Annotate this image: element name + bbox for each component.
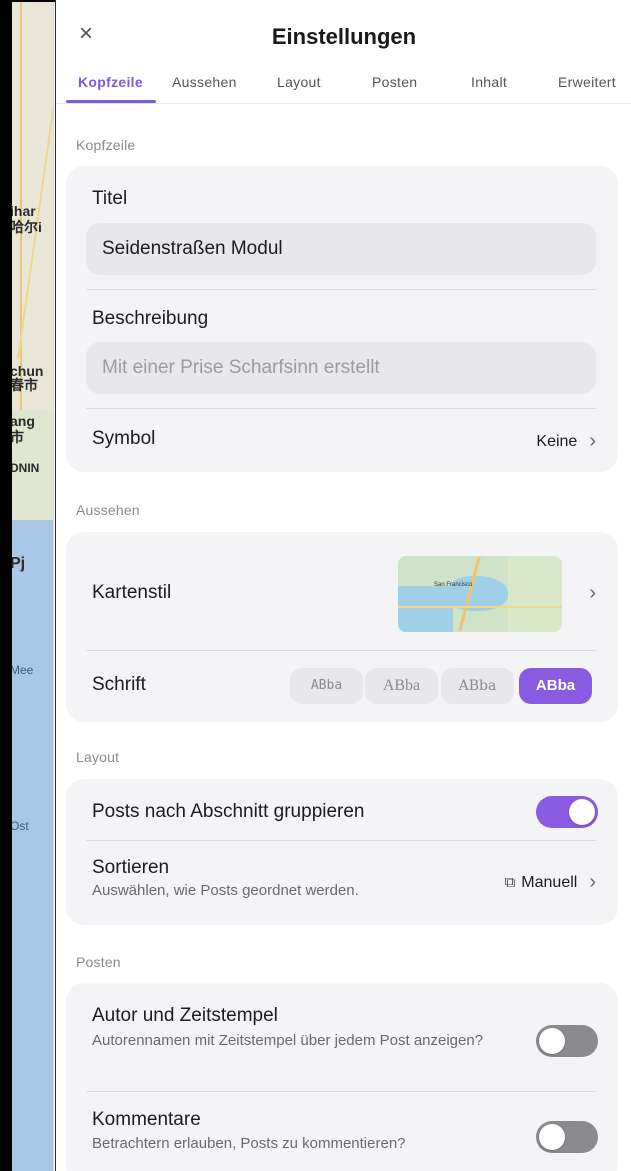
- symbol-value: Keine: [536, 433, 578, 450]
- comments-description: Betrachtern erlauben, Posts zu kommentie…: [92, 1135, 406, 1152]
- symbol-label: Symbol: [92, 428, 156, 449]
- section-label-kopfzeile: Kopfzeile: [76, 137, 136, 153]
- toggle-knob: [539, 1028, 565, 1054]
- map-thumb-label: San Francisco: [434, 582, 473, 588]
- section-label-aussehen: Aussehen: [76, 502, 140, 518]
- group-by-section-toggle[interactable]: [536, 796, 598, 828]
- chevron-right-icon: ›: [589, 871, 596, 893]
- layout-card: Posts nach Abschnitt gruppieren Sortiere…: [66, 779, 618, 925]
- active-tab-indicator: [66, 100, 156, 103]
- map-label: chun: [10, 363, 44, 379]
- tab-aussehen[interactable]: Aussehen: [172, 74, 237, 90]
- map-thumb-road: [398, 606, 562, 608]
- sort-selector[interactable]: ⧉ Manuell ›: [505, 871, 596, 894]
- posten-card: Autor und Zeitstempel Autorennamen mit Z…: [66, 983, 618, 1171]
- group-by-section-label: Posts nach Abschnitt gruppieren: [92, 801, 365, 822]
- map-thumb-land: [508, 556, 562, 632]
- symbol-selector[interactable]: Keine ›: [536, 430, 596, 453]
- map-label: ang: [10, 413, 35, 429]
- divider: [86, 289, 596, 290]
- map-label: Ost: [10, 819, 29, 833]
- aussehen-card: Kartenstil San Francisco › Schrift ABba …: [66, 532, 618, 722]
- settings-panel: × Einstellungen Kopfzeile Aussehen Layou…: [55, 0, 631, 1171]
- font-options: ABba ABba ABba ABba: [66, 638, 618, 722]
- map-label: DNIN: [10, 461, 40, 475]
- font-option-mono[interactable]: ABba: [290, 668, 363, 704]
- map-label: 哈尔i: [10, 219, 42, 235]
- map-label: Mee: [10, 663, 34, 677]
- font-option-sans-selected[interactable]: ABba: [519, 668, 592, 704]
- tab-layout[interactable]: Layout: [277, 74, 321, 90]
- chevron-right-icon: ›: [589, 430, 596, 452]
- section-label-layout: Layout: [76, 749, 120, 765]
- title-field-label: Titel: [92, 188, 128, 209]
- map-style-chevron-button[interactable]: ›: [577, 582, 596, 605]
- font-option-serif[interactable]: ABba: [365, 668, 438, 704]
- kopfzeile-card: Titel Seidenstraßen Modul Beschreibung M…: [66, 166, 618, 472]
- map-style-label: Kartenstil: [92, 582, 172, 603]
- divider: [86, 1091, 596, 1092]
- page-title: Einstellungen: [271, 24, 417, 49]
- toggle-knob: [569, 799, 595, 825]
- map-label: Pj: [10, 555, 26, 572]
- author-timestamp-label: Autor und Zeitstempel: [92, 1005, 278, 1026]
- tab-erweitert[interactable]: Erweitert: [558, 74, 616, 90]
- map-style-thumbnail[interactable]: San Francisco: [398, 556, 562, 632]
- divider: [86, 840, 596, 841]
- tab-kopfzeile[interactable]: Kopfzeile: [78, 74, 143, 90]
- comments-label: Kommentare: [92, 1109, 201, 1130]
- tab-inhalt[interactable]: Inhalt: [471, 74, 507, 90]
- section-label-posten: Posten: [76, 954, 121, 970]
- map-thumb-water: [398, 586, 453, 632]
- font-option-serif-alt[interactable]: ABba: [441, 668, 514, 704]
- settings-header: × Einstellungen: [56, 0, 631, 60]
- map-label: ihar: [10, 203, 36, 219]
- author-timestamp-description: Autorennamen mit Zeitstempel über jedem …: [92, 1032, 484, 1049]
- tab-posten[interactable]: Posten: [372, 74, 417, 90]
- comments-toggle[interactable]: [536, 1121, 598, 1153]
- description-field-label: Beschreibung: [92, 308, 209, 329]
- description-input[interactable]: Mit einer Prise Scharfsinn erstellt: [86, 342, 596, 394]
- sort-value: Manuell: [521, 874, 578, 891]
- sort-description: Auswählen, wie Posts geordnet werden.: [92, 882, 359, 899]
- sort-label: Sortieren: [92, 857, 170, 878]
- map-label: 春市: [10, 377, 38, 393]
- frame-edge: [0, 0, 12, 1171]
- author-timestamp-toggle[interactable]: [536, 1025, 598, 1057]
- map-label: 市: [10, 429, 24, 445]
- sort-manual-icon: ⧉: [504, 874, 516, 891]
- title-input[interactable]: Seidenstraßen Modul: [86, 223, 596, 275]
- settings-tabs: Kopfzeile Aussehen Layout Posten Inhalt …: [56, 70, 631, 104]
- toggle-knob: [539, 1124, 565, 1150]
- divider: [86, 408, 596, 409]
- chevron-right-icon: ›: [589, 582, 596, 604]
